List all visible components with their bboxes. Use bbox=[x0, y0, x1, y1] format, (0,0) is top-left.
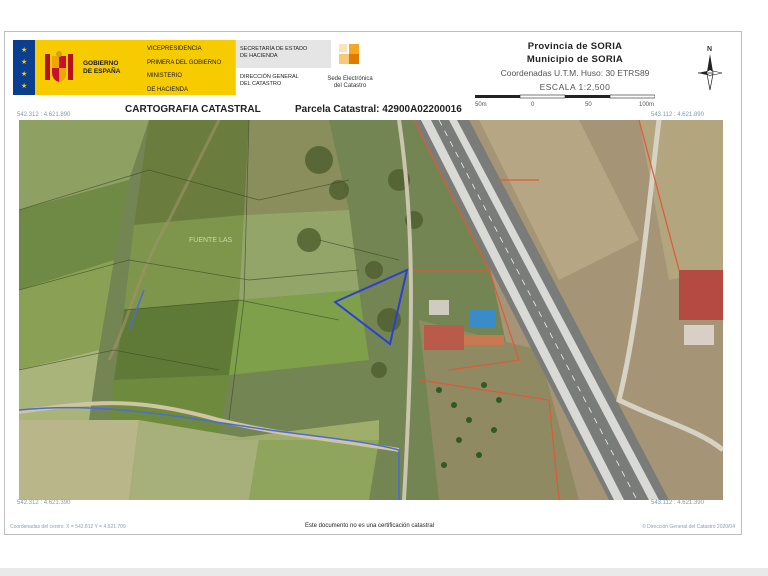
municipio: Municipio de SORIA bbox=[526, 54, 624, 65]
corner-bottom-left: 542.312 : 4.621.390 bbox=[17, 500, 71, 506]
ministerio-line1: MINISTERIO bbox=[147, 73, 183, 79]
north-arrow-icon: N bbox=[698, 46, 723, 91]
footer-disclaimer: Este documento no es una certificación c… bbox=[305, 523, 435, 529]
secretaria-line2: DE HACIENDA bbox=[240, 53, 278, 59]
direccion-line2: DEL CATASTRO bbox=[240, 81, 282, 87]
scale-tick-1: 0 bbox=[531, 102, 535, 108]
parcela-id: Parcela Catastral: 42900A02200016 bbox=[295, 104, 462, 115]
eu-flag-strip: ★ ★ ★ ★ bbox=[13, 40, 35, 95]
sede-line2: del Catastro bbox=[333, 83, 367, 89]
vice-line2: PRIMERA DEL GOBIERNO bbox=[147, 59, 222, 66]
vice-line1: VICEPRESIDENCIA bbox=[147, 46, 202, 52]
corner-top-right: 543.112 : 4.621.890 bbox=[651, 112, 704, 118]
ministry-block: VICEPRESIDENCIA PRIMERA DEL GOBIERNO MIN… bbox=[143, 40, 235, 95]
scale-tick-2: 50 bbox=[585, 102, 592, 108]
scale-label: ESCALA 1:2,500 bbox=[539, 82, 611, 92]
scale-tick-0: 50m bbox=[475, 102, 487, 108]
secretaria-block: SECRETARÍA DE ESTADO DE HACIENDA DIRECCI… bbox=[235, 40, 331, 95]
ministerio-line2: DE HACIENDA bbox=[147, 86, 189, 93]
place-label: FUENTE LAS bbox=[189, 237, 233, 244]
bottom-strip bbox=[0, 568, 768, 576]
coordinate-system: Coordenadas U.T.M. Huso: 30 ETRS89 bbox=[500, 68, 650, 78]
provincia: Provincia de SORIA bbox=[527, 41, 623, 52]
direccion-line1: DIRECCIÓN GENERAL bbox=[240, 74, 299, 80]
north-label: N bbox=[707, 46, 712, 53]
aerial-map[interactable]: FUENTE LAS bbox=[19, 120, 723, 500]
gobierno-line1: GOBIERNO bbox=[83, 59, 119, 67]
cadastral-sheet: ★ ★ ★ ★ GOBIERNO DE ESPAÑA VICEPRESIDENCIA … bbox=[4, 31, 742, 535]
scale-bar: 50m 0 50 100m bbox=[475, 94, 655, 108]
cartografia-title: CARTOGRAFIA CATASTRAL bbox=[125, 104, 261, 115]
sede-logo-icon bbox=[337, 44, 363, 70]
secretaria-line1: SECRETARÍA DE ESTADO bbox=[240, 46, 308, 52]
footer-copyright: © Dirección General del Catastro 2020/04 bbox=[642, 524, 735, 530]
sede-electronica[interactable]: Sede Electrónica del Catastro bbox=[319, 40, 381, 100]
coat-of-arms-icon bbox=[45, 50, 73, 82]
gobierno-logo: ★ ★ ★ ★ GOBIERNO DE ESPAÑA bbox=[13, 40, 145, 95]
corner-bottom-right: 543.112 : 4.621.390 bbox=[651, 500, 704, 506]
sede-line1: Sede Electrónica bbox=[327, 76, 373, 82]
scale-tick-3: 100m bbox=[639, 102, 654, 108]
corner-top-left: 542.312 : 4.621.890 bbox=[17, 112, 71, 118]
gobierno-line2: DE ESPAÑA bbox=[83, 67, 121, 75]
footer-center-coords: Coordenadas del centro: X = 542.812 Y = … bbox=[10, 524, 126, 530]
location-title: Provincia de SORIA Municipio de SORIA bbox=[475, 40, 675, 66]
